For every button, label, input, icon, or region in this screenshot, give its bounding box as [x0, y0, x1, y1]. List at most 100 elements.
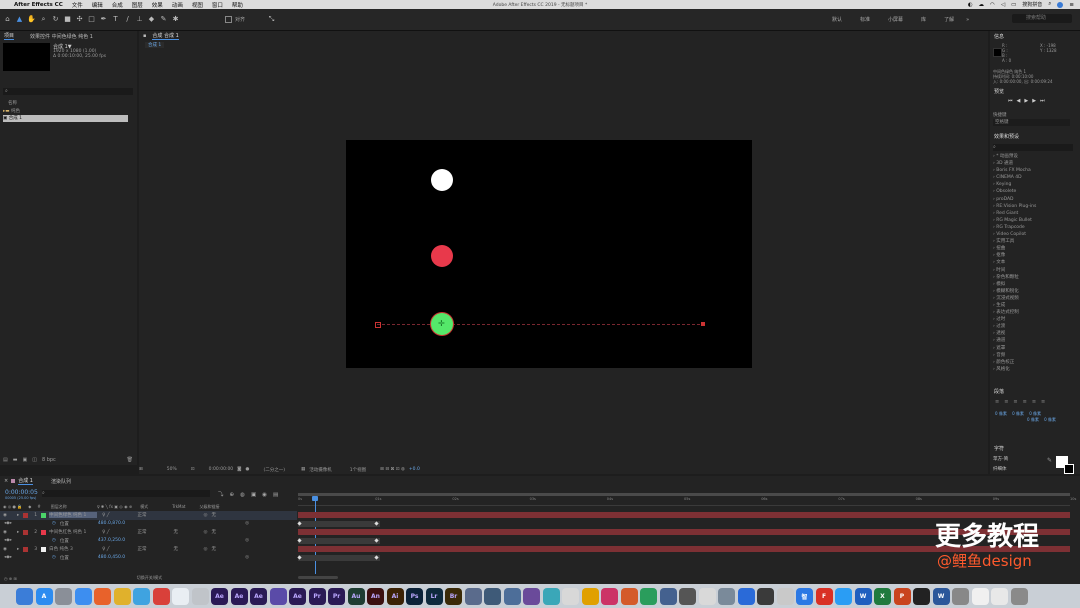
menu-layer[interactable]: 图层: [132, 1, 143, 9]
camera-tool-icon[interactable]: ■: [63, 15, 72, 24]
audition-icon[interactable]: Au: [347, 587, 365, 605]
interpret-footage-icon[interactable]: ▤: [3, 457, 8, 463]
after-effects-4-icon[interactable]: Ae: [289, 587, 306, 605]
qq-browser-icon[interactable]: [133, 587, 150, 605]
project-settings-icon[interactable]: ◫: [32, 457, 37, 463]
menu-window[interactable]: 窗口: [212, 1, 223, 9]
app-menu[interactable]: After Effects CC: [14, 2, 63, 8]
project-item-folder[interactable]: ▸▬ 纯色: [3, 108, 133, 115]
puppet-tool-icon[interactable]: ✱: [171, 15, 180, 24]
wifi-icon[interactable]: ◠: [990, 2, 995, 8]
app-36-icon[interactable]: [698, 587, 716, 605]
effects-search-input[interactable]: ⌕: [993, 144, 1073, 151]
toggle-switches-mode[interactable]: 切换开关/模式: [137, 575, 162, 581]
workspace-standard[interactable]: 标准: [860, 16, 870, 23]
pen-tool-icon[interactable]: ✒: [99, 15, 108, 24]
stroke-color-swatch[interactable]: [1064, 464, 1074, 474]
effect-category[interactable]: › 通道: [993, 337, 1078, 344]
shortcut-dropdown[interactable]: 空格键: [993, 119, 1070, 126]
effect-category[interactable]: › 实用工具: [993, 238, 1078, 245]
effect-category[interactable]: › Red Giant: [993, 210, 1078, 217]
app-33-icon[interactable]: [640, 587, 657, 605]
zoom-tool-icon[interactable]: ⌕: [39, 15, 48, 24]
playhead-handle[interactable]: [312, 496, 318, 501]
first-frame-icon[interactable]: ⏮: [1008, 98, 1017, 104]
visibility-icon[interactable]: ◉: [3, 547, 7, 552]
effect-category[interactable]: › 遮罩: [993, 345, 1078, 352]
roto-brush-icon[interactable]: ✎: [159, 15, 168, 24]
layer-mode[interactable]: 正常: [138, 512, 168, 518]
app-30-icon[interactable]: [581, 587, 599, 605]
stopwatch-icon[interactable]: ◷: [52, 555, 56, 560]
timeline-search-input[interactable]: ⌕: [42, 490, 210, 497]
layer-row[interactable]: ◉ ▸ 1 中间色绿色 纯色 1 ♀ ╱ 正常 ◎ 无: [0, 511, 297, 520]
animate-icon[interactable]: An: [367, 587, 384, 605]
paragraph-title[interactable]: 段落: [994, 388, 1004, 395]
app-29-icon[interactable]: [562, 587, 579, 605]
app-32-icon[interactable]: [620, 587, 638, 605]
zoom-dropdown[interactable]: 50%: [167, 467, 177, 472]
effect-category[interactable]: › 过时: [993, 316, 1078, 323]
snapshot-icon[interactable]: ◙: [237, 467, 241, 472]
effect-category[interactable]: › 抠像: [993, 252, 1078, 259]
status-icon[interactable]: ◐: [968, 2, 973, 8]
property-value[interactable]: 437.0,250.0: [98, 538, 125, 543]
selection-tool-icon[interactable]: ▲: [15, 15, 24, 24]
expand-arrow-icon[interactable]: ▸: [17, 547, 19, 552]
frame-blend-icon[interactable]: ⊕: [230, 492, 241, 498]
notes-icon[interactable]: [971, 587, 989, 605]
layer-parent[interactable]: 无: [211, 529, 216, 535]
pen-tool-icon[interactable]: [191, 587, 209, 605]
menu-file[interactable]: 文件: [72, 1, 83, 9]
effect-category[interactable]: › 颜色校正: [993, 359, 1078, 366]
effect-category[interactable]: › 生成: [993, 302, 1078, 309]
app-35-icon[interactable]: [679, 587, 696, 605]
keyframe-nav-icon[interactable]: ◂◆▸: [4, 538, 12, 543]
effect-category[interactable]: › 文本: [993, 259, 1078, 266]
trkmat-header[interactable]: TrkMat: [172, 504, 185, 509]
name-column-header[interactable]: 名称: [8, 100, 17, 106]
lock-icon[interactable]: ▪: [143, 33, 146, 39]
photoshop-icon[interactable]: Ps: [406, 587, 423, 605]
motion-blur-icon[interactable]: ◍: [240, 492, 251, 498]
launchpad-icon[interactable]: [55, 587, 72, 605]
parent-pickwhip-icon[interactable]: ◎: [204, 513, 208, 518]
motion-keyframe[interactable]: [701, 322, 705, 326]
stopwatch-icon[interactable]: ◷: [52, 538, 56, 543]
snap-options-icon[interactable]: ⤡: [267, 15, 276, 24]
current-timecode[interactable]: 0:00:00:05: [5, 489, 38, 496]
parent-header[interactable]: 父级和链接: [199, 504, 219, 510]
effect-category[interactable]: › RG Trapcode: [993, 224, 1078, 231]
effect-category[interactable]: › 风格化: [993, 366, 1078, 373]
fit-icon[interactable]: ⊡: [191, 467, 195, 472]
safari-icon[interactable]: [74, 587, 92, 605]
camera-dropdown[interactable]: 活动摄像机: [309, 467, 332, 473]
tab-composition[interactable]: 合成 合成 1: [152, 32, 179, 40]
expand-arrow-icon[interactable]: ▸: [17, 513, 19, 518]
info-title[interactable]: 信息: [994, 33, 1004, 40]
rotate-tool-icon[interactable]: ↻: [51, 15, 60, 24]
volume-icon[interactable]: ◁: [1001, 2, 1005, 8]
layer-name[interactable]: 中间色绿色 纯色 1: [49, 512, 98, 519]
playhead[interactable]: [315, 496, 316, 574]
app-34-icon[interactable]: [659, 587, 677, 605]
property-row[interactable]: ◂◆▸ ◷ 位置 437.0,250.0 ◎: [0, 537, 297, 546]
layer-switches[interactable]: ♀ ╱: [102, 547, 109, 552]
expression-pickwhip-icon[interactable]: ◎: [245, 555, 249, 560]
effect-category[interactable]: › 过渡: [993, 323, 1078, 330]
label-color-chip[interactable]: [23, 512, 29, 518]
viewer-breadcrumb[interactable]: 合成 1: [145, 42, 165, 48]
effect-category[interactable]: › 模糊和锐化: [993, 288, 1078, 295]
app-28-icon[interactable]: [542, 587, 560, 605]
layer-row[interactable]: ◉ ▸ 3 白色 纯色 3 ♀ ╱ 正常无 ◎ 无: [0, 545, 297, 554]
tab-project[interactable]: 项目: [4, 32, 15, 40]
justify-icon[interactable]: ≡: [1023, 399, 1032, 405]
space-before-field[interactable]: 0 像素: [1027, 417, 1039, 422]
property-value[interactable]: 480.0,870.0: [98, 521, 125, 526]
workspace-menu-icon[interactable]: »: [966, 17, 969, 23]
bpc-label[interactable]: 8 bpc: [42, 457, 56, 463]
effect-category[interactable]: › 模拟: [993, 281, 1078, 288]
layer-name[interactable]: 白色 纯色 3: [49, 546, 97, 552]
powerpoint-icon[interactable]: P: [893, 587, 911, 605]
project-search-input[interactable]: ⌕: [3, 88, 133, 95]
